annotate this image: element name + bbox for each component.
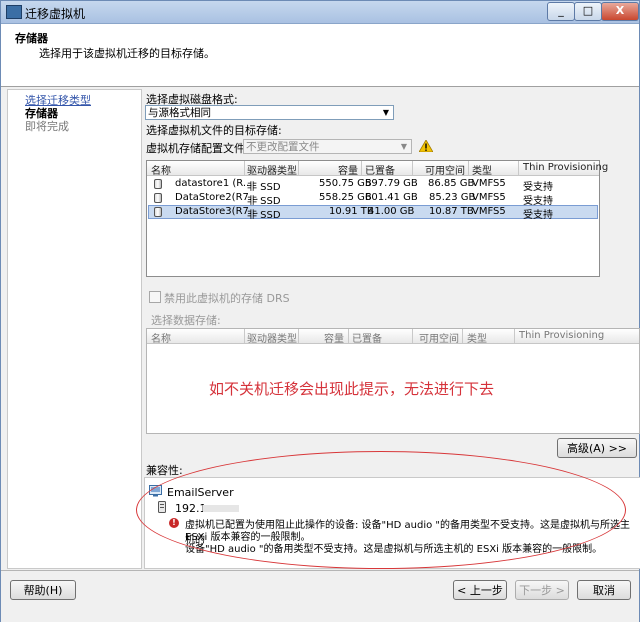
disk-format-select[interactable]: 与源格式相同 ▼ xyxy=(145,105,394,120)
datastore-table2-header: 名称 驱动器类型 容量 已置备 可用空间 类型 Thin Provisionin… xyxy=(147,329,639,345)
storage-profile-value: 不更改配置文件 xyxy=(246,141,320,153)
datastore-icon xyxy=(154,207,162,217)
row-thin: 受支持 xyxy=(523,210,553,221)
compatibility-label: 兼容性: xyxy=(146,464,183,477)
host-address: 192.1 xyxy=(175,502,207,515)
col-provisioned: 已置备 xyxy=(352,334,382,345)
col-drive-type[interactable]: 驱动器类型 xyxy=(247,162,297,177)
close-button[interactable]: X xyxy=(601,2,639,21)
window-title: 迁移虚拟机 xyxy=(25,7,86,21)
row-name: datastore1 (R... xyxy=(175,178,253,189)
col-type[interactable]: 类型 xyxy=(472,162,492,177)
redacted-block xyxy=(203,505,239,512)
vm-app-icon xyxy=(6,5,22,19)
next-button[interactable]: 下一步 > xyxy=(515,580,569,600)
wizard-steps-nav: 选择迁移类型 存储器 即将完成 xyxy=(7,89,142,569)
col-thin-provisioning[interactable]: Thin Provisioning xyxy=(523,162,608,173)
table-row[interactable]: datastore1 (R... 非 SSD 550.75 GB 597.79 … xyxy=(148,177,598,193)
row-provisioned: 41.00 GB xyxy=(368,206,415,217)
host-icon xyxy=(158,501,166,513)
error-message-line3: 设备"HD audio "的备用类型不受支持。这是虚拟机与所选主机的 ESXi … xyxy=(185,544,603,555)
col-name: 名称 xyxy=(151,334,171,345)
row-type: VMFS5 xyxy=(472,206,506,217)
annotation-text: 如不关机迁移会出现此提示，无法进行下去 xyxy=(209,380,495,398)
cancel-button[interactable]: 取消 xyxy=(577,580,631,600)
step-ready-to-complete: 即将完成 xyxy=(25,120,69,133)
disable-drs-label: 禁用此虚拟机的存储 DRS xyxy=(164,292,290,305)
row-provisioned: 601.41 GB xyxy=(365,192,418,203)
advanced-button[interactable]: 高级(A) >> xyxy=(557,438,637,458)
migrate-vm-dialog: 迁移虚拟机 _ □ X 存储器 选择用于该虚拟机迁移的目标存储。 选择迁移类型 … xyxy=(0,0,640,622)
col-free-space[interactable]: 可用空间 xyxy=(425,162,465,177)
title-bar: 迁移虚拟机 _ □ X xyxy=(1,1,639,24)
row-capacity: 550.75 GB xyxy=(319,178,372,189)
back-button[interactable]: < 上一步 xyxy=(453,580,507,600)
page-title: 存储器 xyxy=(15,32,48,45)
col-capacity[interactable]: 容量 xyxy=(338,162,358,177)
datastore-icon xyxy=(154,193,162,203)
col-thin-provisioning: Thin Provisioning xyxy=(519,330,605,341)
col-free-space: 可用空间 xyxy=(419,334,459,345)
row-type: VMFS5 xyxy=(472,178,506,189)
col-type: 类型 xyxy=(467,334,487,345)
storage-profile-select[interactable]: 不更改配置文件 ▼ xyxy=(243,139,412,154)
compatibility-panel: EmailServer 192.1 ! 虚拟机已配置为使用阻止此操作的设备: 设… xyxy=(144,477,640,569)
row-name: DataStore3(R7... xyxy=(175,206,259,217)
disk-format-value: 与源格式相同 xyxy=(148,107,211,119)
chevron-down-icon: ▼ xyxy=(400,142,408,151)
wizard-header: 存储器 选择用于该虚拟机迁移的目标存储。 xyxy=(1,24,639,87)
row-provisioned: 597.79 GB xyxy=(365,178,418,189)
vm-icon xyxy=(149,485,162,497)
row-free: 86.85 GB xyxy=(428,178,475,189)
row-free: 85.23 GB xyxy=(429,192,476,203)
row-drive: 非 SSD xyxy=(247,210,281,221)
minimize-button[interactable]: _ xyxy=(547,2,575,21)
datastore-icon xyxy=(154,179,162,189)
row-type: VMFS5 xyxy=(472,192,506,203)
select-datastore-label: 选择数据存储: xyxy=(151,314,221,327)
table-row[interactable]: DataStore2(R7... 非 SSD 558.25 GB 601.41 … xyxy=(148,191,598,207)
row-name: DataStore2(R7... xyxy=(175,192,259,203)
col-capacity: 容量 xyxy=(324,334,344,345)
warning-icon xyxy=(419,140,433,152)
table-row-selected[interactable]: DataStore3(R7... 非 SSD 10.91 TB 41.00 GB… xyxy=(148,205,598,221)
col-provisioned[interactable]: 已置备 xyxy=(365,162,395,177)
wizard-footer: 帮助(H) < 上一步 下一步 > 取消 xyxy=(1,570,639,622)
help-button[interactable]: 帮助(H) xyxy=(10,580,76,600)
chevron-down-icon: ▼ xyxy=(382,108,390,117)
maximize-button[interactable]: □ xyxy=(574,2,602,21)
datastore-table: 名称 驱动器类型 容量 已置备 可用空间 类型 Thin Provisionin… xyxy=(146,160,608,277)
disable-drs-checkbox[interactable] xyxy=(149,291,161,303)
page-subtitle: 选择用于该虚拟机迁移的目标存储。 xyxy=(39,47,215,60)
col-name[interactable]: 名称 xyxy=(151,162,171,177)
target-storage-label: 选择虚拟机文件的目标存储: xyxy=(146,124,282,137)
row-capacity: 558.25 GB xyxy=(319,192,372,203)
storage-profile-label: 虚拟机存储配置文件: xyxy=(146,142,249,155)
error-icon: ! xyxy=(169,518,179,528)
row-free: 10.87 TB xyxy=(429,206,474,217)
col-drive-type: 驱动器类型 xyxy=(247,334,297,345)
datastore-table-header: 名称 驱动器类型 容量 已置备 可用空间 类型 Thin Provisionin… xyxy=(147,161,608,177)
vm-name: EmailServer xyxy=(167,486,234,499)
